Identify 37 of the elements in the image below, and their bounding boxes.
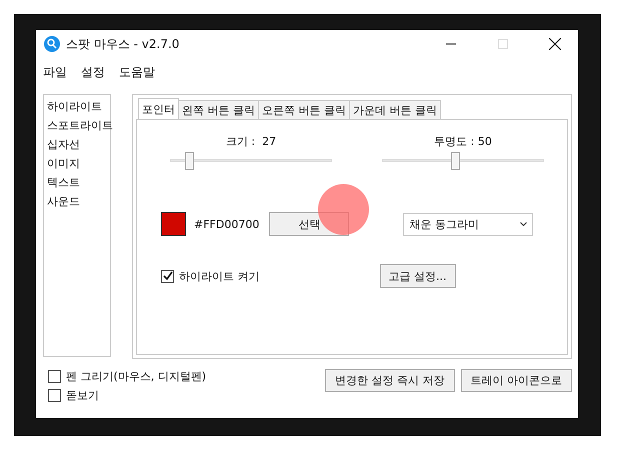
tab[interactable]: 왼쪽 버튼 클릭 xyxy=(178,100,259,119)
size-label: 크기 : 27 xyxy=(226,134,276,150)
shape-dropdown[interactable]: 채운 동그라미 xyxy=(403,212,534,236)
sidebar-item[interactable]: 텍스트 xyxy=(47,173,80,192)
sidebar-item[interactable]: 이미지 xyxy=(47,154,80,173)
sidebar-item[interactable]: 스포트라이트 xyxy=(47,116,113,135)
checkbox-label: 펜 그리기(마우스, 디지털펜) xyxy=(66,369,206,384)
sidebar-item[interactable]: 십자선 xyxy=(47,135,80,154)
menu-item[interactable]: 도움말 xyxy=(119,64,155,88)
menu-item[interactable]: 파일 xyxy=(43,64,67,88)
opacity-slider[interactable] xyxy=(382,152,544,170)
close-icon xyxy=(549,38,561,50)
action-button[interactable]: 트레이 아이콘으로 xyxy=(460,369,572,392)
highlight-circle xyxy=(318,184,369,235)
menu-item[interactable]: 설정 xyxy=(81,64,105,88)
opacity-label: 투명도 : 50 xyxy=(434,134,492,150)
window-title: 스팟 마우스 - v2.7.0 xyxy=(66,36,180,52)
sidebar-item[interactable]: 하이라이트 xyxy=(47,97,102,116)
caret-icon xyxy=(520,222,528,226)
checkbox-label: 하이라이트 켜기 xyxy=(179,268,260,284)
checkbox[interactable] xyxy=(48,389,61,402)
action-button[interactable]: 변경한 설정 즉시 저장 xyxy=(325,369,454,392)
tab[interactable]: 가운데 버튼 클릭 xyxy=(349,100,441,119)
advanced-settings-button[interactable]: 고급 설정... xyxy=(380,264,456,288)
app-logo-icon xyxy=(44,36,60,52)
slider-thumb[interactable] xyxy=(450,152,460,170)
maximize-icon xyxy=(498,39,508,49)
tab[interactable]: 포인터 xyxy=(138,98,179,119)
tab[interactable]: 오른쪽 버튼 클릭 xyxy=(258,100,350,119)
checkbox[interactable] xyxy=(161,270,174,282)
color-swatch xyxy=(161,212,186,236)
checkbox-label: 돋보기 xyxy=(66,388,99,403)
slider-thumb[interactable] xyxy=(185,152,194,170)
checkbox[interactable] xyxy=(48,370,61,383)
color-code: #FFD00700 xyxy=(194,218,260,230)
size-slider[interactable] xyxy=(170,152,332,170)
sidebar-item[interactable]: 사운드 xyxy=(47,192,80,211)
